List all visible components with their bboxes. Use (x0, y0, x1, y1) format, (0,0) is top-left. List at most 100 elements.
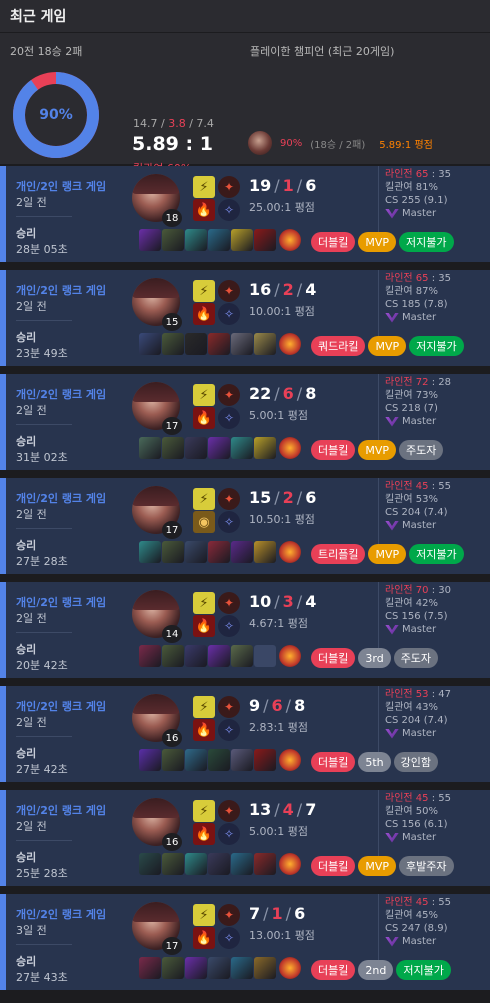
ignite-spell-icon[interactable]: 🔥 (193, 615, 215, 637)
item-icon[interactable] (231, 853, 253, 875)
item-icon[interactable] (162, 749, 184, 771)
item-icon[interactable] (254, 437, 276, 459)
item-icon[interactable] (254, 229, 276, 251)
empty-item-slot[interactable] (254, 645, 276, 667)
match-card[interactable]: 개인/2인 랭크 게임 2일 전 승리 20분 42초 14 ⚡ 🔥 ✦ ✧ 1… (0, 582, 490, 678)
item-icon[interactable] (254, 957, 276, 979)
item-icon[interactable] (231, 749, 253, 771)
trinket-ward-icon[interactable] (279, 229, 301, 251)
flash-spell-icon[interactable]: ⚡ (193, 592, 215, 614)
item-icon[interactable] (185, 749, 207, 771)
match-card[interactable]: 개인/2인 랭크 게임 2일 전 승리 25분 28초 16 ⚡ 🔥 ✦ ✧ 1… (0, 790, 490, 886)
match-card[interactable]: 개인/2인 랭크 게임 2일 전 승리 28분 05초 18 ⚡ 🔥 ✦ ✧ 1… (0, 166, 490, 262)
primary-rune-icon[interactable]: ✦ (218, 384, 240, 406)
item-icon[interactable] (208, 645, 230, 667)
item-icon[interactable] (231, 957, 253, 979)
item-icon[interactable] (185, 853, 207, 875)
primary-rune-icon[interactable]: ✦ (218, 488, 240, 510)
teleport-spell-icon[interactable]: ◉ (193, 511, 215, 533)
flash-spell-icon[interactable]: ⚡ (193, 176, 215, 198)
item-icon[interactable] (162, 957, 184, 979)
item-icon[interactable] (139, 957, 161, 979)
item-icon[interactable] (231, 437, 253, 459)
item-icon[interactable] (254, 749, 276, 771)
item-icon[interactable] (139, 749, 161, 771)
item-icon[interactable] (185, 645, 207, 667)
secondary-rune-icon[interactable]: ✧ (218, 511, 240, 533)
item-icon[interactable] (139, 645, 161, 667)
item-icon[interactable] (162, 333, 184, 355)
match-card[interactable]: 개인/2인 랭크 게임 3일 전 승리 27분 43초 17 ⚡ 🔥 ✦ ✧ 7… (0, 894, 490, 990)
match-queue-type: 개인/2인 랭크 게임 (16, 284, 107, 297)
ignite-spell-icon[interactable]: 🔥 (193, 823, 215, 845)
match-card[interactable]: 개인/2인 랭크 게임 2일 전 승리 31분 02초 17 ⚡ 🔥 ✦ ✧ 2… (0, 374, 490, 470)
item-icon[interactable] (139, 333, 161, 355)
item-icon[interactable] (231, 645, 253, 667)
flash-spell-icon[interactable]: ⚡ (193, 904, 215, 926)
primary-rune-icon[interactable]: ✦ (218, 800, 240, 822)
item-icon[interactable] (254, 541, 276, 563)
item-icon[interactable] (208, 541, 230, 563)
item-icon[interactable] (162, 437, 184, 459)
match-card[interactable]: 개인/2인 랭크 게임 2일 전 승리 27분 42초 16 ⚡ 🔥 ✦ ✧ 9… (0, 686, 490, 782)
item-icon[interactable] (231, 541, 253, 563)
flash-spell-icon[interactable]: ⚡ (193, 696, 215, 718)
match-card[interactable]: 개인/2인 랭크 게임 2일 전 승리 23분 49초 15 ⚡ 🔥 ✦ ✧ 1… (0, 270, 490, 366)
primary-rune-icon[interactable]: ✦ (218, 696, 240, 718)
match-assists: 4 (305, 280, 317, 299)
item-icon[interactable] (162, 645, 184, 667)
trinket-ward-icon[interactable] (279, 645, 301, 667)
secondary-rune-icon[interactable]: ✧ (218, 927, 240, 949)
item-icon[interactable] (208, 749, 230, 771)
secondary-rune-icon[interactable]: ✧ (218, 407, 240, 429)
item-icon[interactable] (185, 541, 207, 563)
trinket-ward-icon[interactable] (279, 853, 301, 875)
ignite-spell-icon[interactable]: 🔥 (193, 407, 215, 429)
item-icon[interactable] (162, 541, 184, 563)
item-icon[interactable] (254, 853, 276, 875)
item-icon[interactable] (208, 957, 230, 979)
item-icon[interactable] (185, 229, 207, 251)
ignite-spell-icon[interactable]: 🔥 (193, 303, 215, 325)
match-card[interactable]: 개인/2인 랭크 게임 2일 전 승리 27분 28초 17 ⚡ ◉ ✦ ✧ 1… (0, 478, 490, 574)
flash-spell-icon[interactable]: ⚡ (193, 488, 215, 510)
item-icon[interactable] (208, 437, 230, 459)
trinket-ward-icon[interactable] (279, 957, 301, 979)
item-icon[interactable] (208, 333, 230, 355)
flash-spell-icon[interactable]: ⚡ (193, 384, 215, 406)
trinket-ward-icon[interactable] (279, 541, 301, 563)
item-icon[interactable] (185, 333, 207, 355)
primary-rune-icon[interactable]: ✦ (218, 904, 240, 926)
ignite-spell-icon[interactable]: 🔥 (193, 199, 215, 221)
flash-spell-icon[interactable]: ⚡ (193, 280, 215, 302)
flash-spell-icon[interactable]: ⚡ (193, 800, 215, 822)
item-icon[interactable] (139, 853, 161, 875)
played-champion-row[interactable]: 90% (18승 / 2패) 5.89:1 평점 (248, 131, 433, 155)
trinket-ward-icon[interactable] (279, 437, 301, 459)
secondary-rune-icon[interactable]: ✧ (218, 615, 240, 637)
secondary-rune-icon[interactable]: ✧ (218, 823, 240, 845)
item-icon[interactable] (139, 437, 161, 459)
primary-rune-icon[interactable]: ✦ (218, 592, 240, 614)
item-icon[interactable] (185, 957, 207, 979)
item-icon[interactable] (254, 333, 276, 355)
match-queue-type: 개인/2인 랭크 게임 (16, 492, 107, 505)
secondary-rune-icon[interactable]: ✧ (218, 719, 240, 741)
secondary-rune-icon[interactable]: ✧ (218, 303, 240, 325)
item-icon[interactable] (162, 229, 184, 251)
item-icon[interactable] (139, 541, 161, 563)
item-icon[interactable] (162, 853, 184, 875)
item-icon[interactable] (139, 229, 161, 251)
trinket-ward-icon[interactable] (279, 749, 301, 771)
item-icon[interactable] (208, 229, 230, 251)
primary-rune-icon[interactable]: ✦ (218, 176, 240, 198)
item-icon[interactable] (231, 333, 253, 355)
secondary-rune-icon[interactable]: ✧ (218, 199, 240, 221)
item-icon[interactable] (208, 853, 230, 875)
ignite-spell-icon[interactable]: 🔥 (193, 719, 215, 741)
item-icon[interactable] (231, 229, 253, 251)
ignite-spell-icon[interactable]: 🔥 (193, 927, 215, 949)
item-icon[interactable] (185, 437, 207, 459)
trinket-ward-icon[interactable] (279, 333, 301, 355)
primary-rune-icon[interactable]: ✦ (218, 280, 240, 302)
